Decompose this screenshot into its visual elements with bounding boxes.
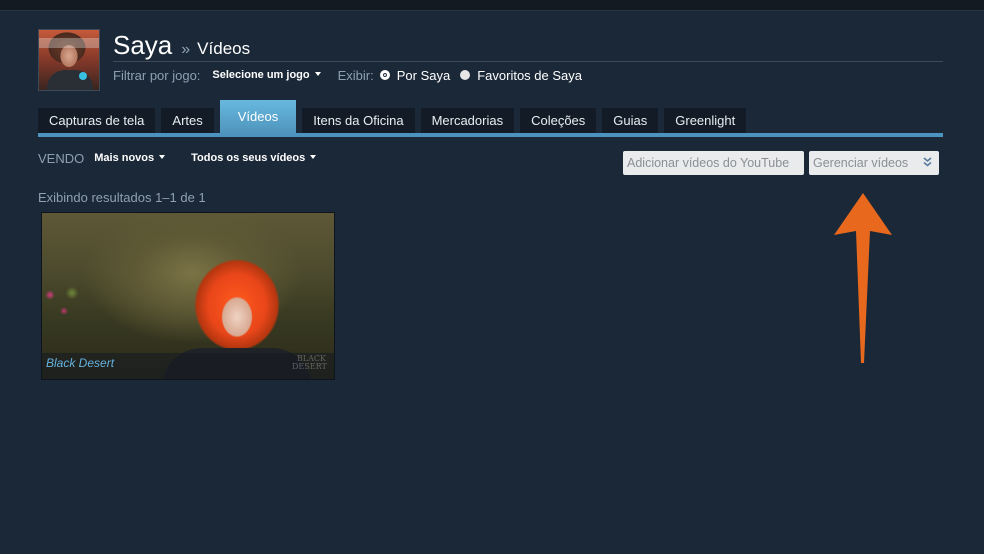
sort-row: VENDO Mais novos Todos os seus vídeos bbox=[38, 149, 317, 167]
filter-row: Filtrar por jogo: Selecione um jogo Exib… bbox=[113, 66, 582, 84]
tab-guides[interactable]: Guias bbox=[602, 108, 659, 133]
top-bar bbox=[0, 0, 984, 11]
show-label: Exibir: bbox=[337, 67, 374, 83]
manage-videos-button[interactable]: Gerenciar vídeos bbox=[809, 151, 939, 175]
video-watermark: BLACK DESERT bbox=[292, 354, 327, 371]
breadcrumb-separator: » bbox=[181, 41, 191, 58]
video-thumbnail[interactable]: Black Desert BLACK DESERT bbox=[41, 212, 335, 380]
caret-down-icon bbox=[314, 72, 321, 76]
results-count: Exibindo resultados 1–1 de 1 bbox=[38, 190, 206, 205]
tab-merchandise[interactable]: Mercadorias bbox=[420, 108, 515, 133]
scope-dropdown[interactable]: Todos os seus vídeos bbox=[191, 152, 317, 164]
tab-collections[interactable]: Coleções bbox=[520, 108, 597, 133]
manage-videos-label: Gerenciar vídeos bbox=[813, 156, 909, 170]
section-tabs: Capturas de tela Artes Vídeos Itens da O… bbox=[38, 100, 752, 133]
profile-name-link[interactable]: Saya bbox=[113, 30, 172, 61]
tab-workshop-items[interactable]: Itens da Oficina bbox=[302, 108, 415, 133]
double-chevron-down-icon bbox=[923, 157, 932, 169]
sort-order-value: Mais novos bbox=[94, 152, 155, 164]
scope-value: Todos os seus vídeos bbox=[191, 152, 306, 164]
show-option-label: Favoritos de Saya bbox=[477, 67, 582, 83]
game-filter-dropdown[interactable]: Selecione um jogo bbox=[212, 69, 321, 81]
title-divider bbox=[113, 61, 943, 62]
caret-down-icon bbox=[159, 155, 166, 159]
radio-unselected-icon bbox=[460, 70, 471, 80]
show-option-favorites[interactable]: Favoritos de Saya bbox=[460, 68, 582, 83]
game-filter-value: Selecione um jogo bbox=[212, 69, 310, 81]
sort-label: VENDO bbox=[38, 150, 85, 166]
sort-order-dropdown[interactable]: Mais novos bbox=[94, 152, 166, 164]
tab-videos[interactable]: Vídeos bbox=[219, 100, 297, 133]
caret-down-icon bbox=[310, 155, 317, 159]
breadcrumb: Saya » Vídeos bbox=[113, 30, 250, 62]
tabs-underline bbox=[38, 133, 943, 137]
show-option-by-user[interactable]: Por Saya bbox=[379, 67, 451, 83]
tab-screenshots[interactable]: Capturas de tela bbox=[38, 108, 156, 133]
annotation-arrow-up-icon bbox=[834, 193, 892, 363]
video-game-title[interactable]: Black Desert bbox=[46, 356, 114, 370]
filter-label: Filtrar por jogo: bbox=[113, 67, 201, 83]
page-title: Vídeos bbox=[197, 39, 251, 58]
show-option-label: Por Saya bbox=[396, 67, 451, 83]
tab-greenlight[interactable]: Greenlight bbox=[664, 108, 747, 133]
add-youtube-videos-button[interactable]: Adicionar vídeos do YouTube bbox=[623, 151, 804, 175]
avatar[interactable] bbox=[38, 29, 100, 91]
radio-selected-icon bbox=[379, 70, 390, 80]
tab-artwork[interactable]: Artes bbox=[161, 108, 214, 133]
